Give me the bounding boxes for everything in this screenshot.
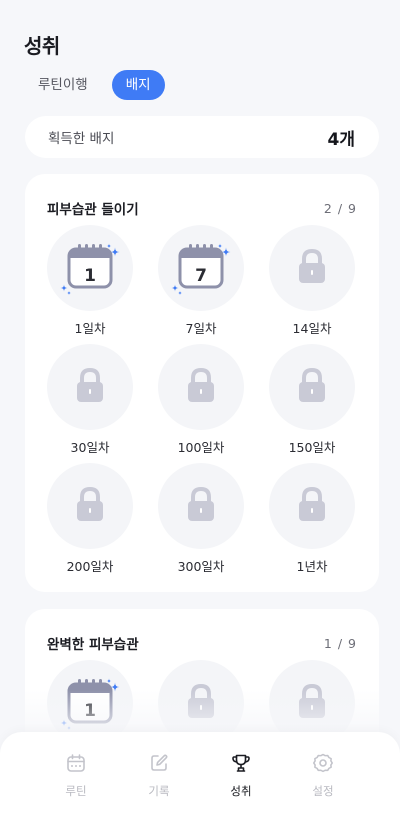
sparkle-icon (106, 678, 112, 684)
sparkle-icon (171, 284, 179, 292)
badge-circle (47, 463, 133, 549)
earned-badges-summary: 획득한 배지 4개 (25, 116, 379, 158)
badge-circle: 1 (47, 225, 133, 311)
achievement-screen: 성취 루틴이행 배지 획득한 배지 4개 피부습관 들이기 2 / 9 1 1일차… (0, 0, 400, 820)
badge-label: 1년차 (296, 559, 328, 574)
sparkle-icon (177, 290, 183, 296)
lock-icon (188, 486, 214, 521)
section-title: 완벽한 피부습관 (47, 637, 139, 653)
page-title: 성취 (24, 34, 60, 58)
tabbar-item-pencil[interactable]: 기록 (127, 752, 191, 799)
section-header: 피부습관 들이기 2 / 9 (47, 198, 357, 219)
sparkle-icon (217, 243, 223, 249)
badge-locked[interactable]: 100일차 (158, 344, 244, 456)
sparkle-icon (60, 284, 68, 292)
calendar-badge-icon: 1 (60, 243, 120, 296)
badge-circle (47, 344, 133, 430)
badge-label: 14일차 (292, 321, 332, 336)
badge-locked[interactable]: 30일차 (47, 344, 133, 456)
lock-icon (188, 367, 214, 402)
scroll-fade (0, 690, 400, 735)
badge-label: 1일차 (74, 321, 106, 336)
badge-number: 1 (84, 266, 96, 286)
lock-icon (299, 248, 325, 283)
gear-icon (313, 753, 333, 773)
trophy-icon (232, 754, 250, 772)
badge-circle (269, 225, 355, 311)
badge-locked[interactable]: 300일차 (158, 463, 244, 575)
badge-earned[interactable]: 7 7일차 (158, 225, 244, 337)
summary-count: 4개 (327, 129, 355, 150)
tabbar-item-trophy[interactable]: 성취 (209, 752, 273, 799)
lock-icon (77, 486, 103, 521)
badge-circle (158, 463, 244, 549)
badge-label: 7일차 (185, 321, 217, 336)
lock-icon (299, 486, 325, 521)
sparkle-icon (106, 243, 112, 249)
badge-earned[interactable]: 1 1일차 (47, 225, 133, 337)
segment-tabs: 루틴이행 배지 (24, 70, 165, 100)
badge-circle (269, 463, 355, 549)
badge-locked[interactable]: 200일차 (47, 463, 133, 575)
badge-label: 150일차 (288, 440, 336, 455)
badge-label: 30일차 (70, 440, 110, 455)
tabbar-label: 성취 (230, 784, 252, 798)
badge-circle (269, 344, 355, 430)
sparkle-icon (66, 290, 72, 296)
badge-locked[interactable]: 150일차 (269, 344, 355, 456)
tabbar-item-gear[interactable]: 설정 (291, 752, 355, 799)
badge-label: 100일차 (177, 440, 225, 455)
bottom-tab-bar: 루틴 기록 성취 설정 (0, 732, 400, 820)
section-progress: 1 / 9 (323, 635, 357, 651)
badge-label: 200일차 (66, 559, 114, 574)
badge-circle: 7 (158, 225, 244, 311)
section-header: 완벽한 피부습관 1 / 9 (47, 633, 357, 654)
badge-label: 300일차 (177, 559, 225, 574)
pencil-icon (151, 754, 168, 771)
badge-locked[interactable]: 14일차 (269, 225, 355, 337)
section-progress: 2 / 9 (323, 200, 357, 216)
tabbar-item-calendar[interactable]: 루틴 (44, 752, 108, 799)
tab-badges[interactable]: 배지 (111, 70, 165, 100)
calendar-badge-icon: 7 (171, 243, 231, 296)
badge-circle (158, 344, 244, 430)
summary-label: 획득한 배지 (48, 131, 115, 147)
badge-number: 7 (195, 266, 207, 286)
calendar-icon (67, 754, 85, 772)
section-title: 피부습관 들이기 (47, 202, 139, 218)
tabbar-label: 설정 (312, 784, 334, 798)
lock-icon (299, 367, 325, 402)
tabbar-label: 기록 (148, 784, 170, 798)
tab-routine[interactable]: 루틴이행 (24, 70, 102, 100)
badge-section-card: 피부습관 들이기 2 / 9 1 1일차 7 7일차 14일차 30일차 100일차 150일… (25, 174, 379, 592)
tabbar-label: 루틴 (65, 784, 87, 798)
lock-icon (77, 367, 103, 402)
badge-locked[interactable]: 1년차 (269, 463, 355, 575)
